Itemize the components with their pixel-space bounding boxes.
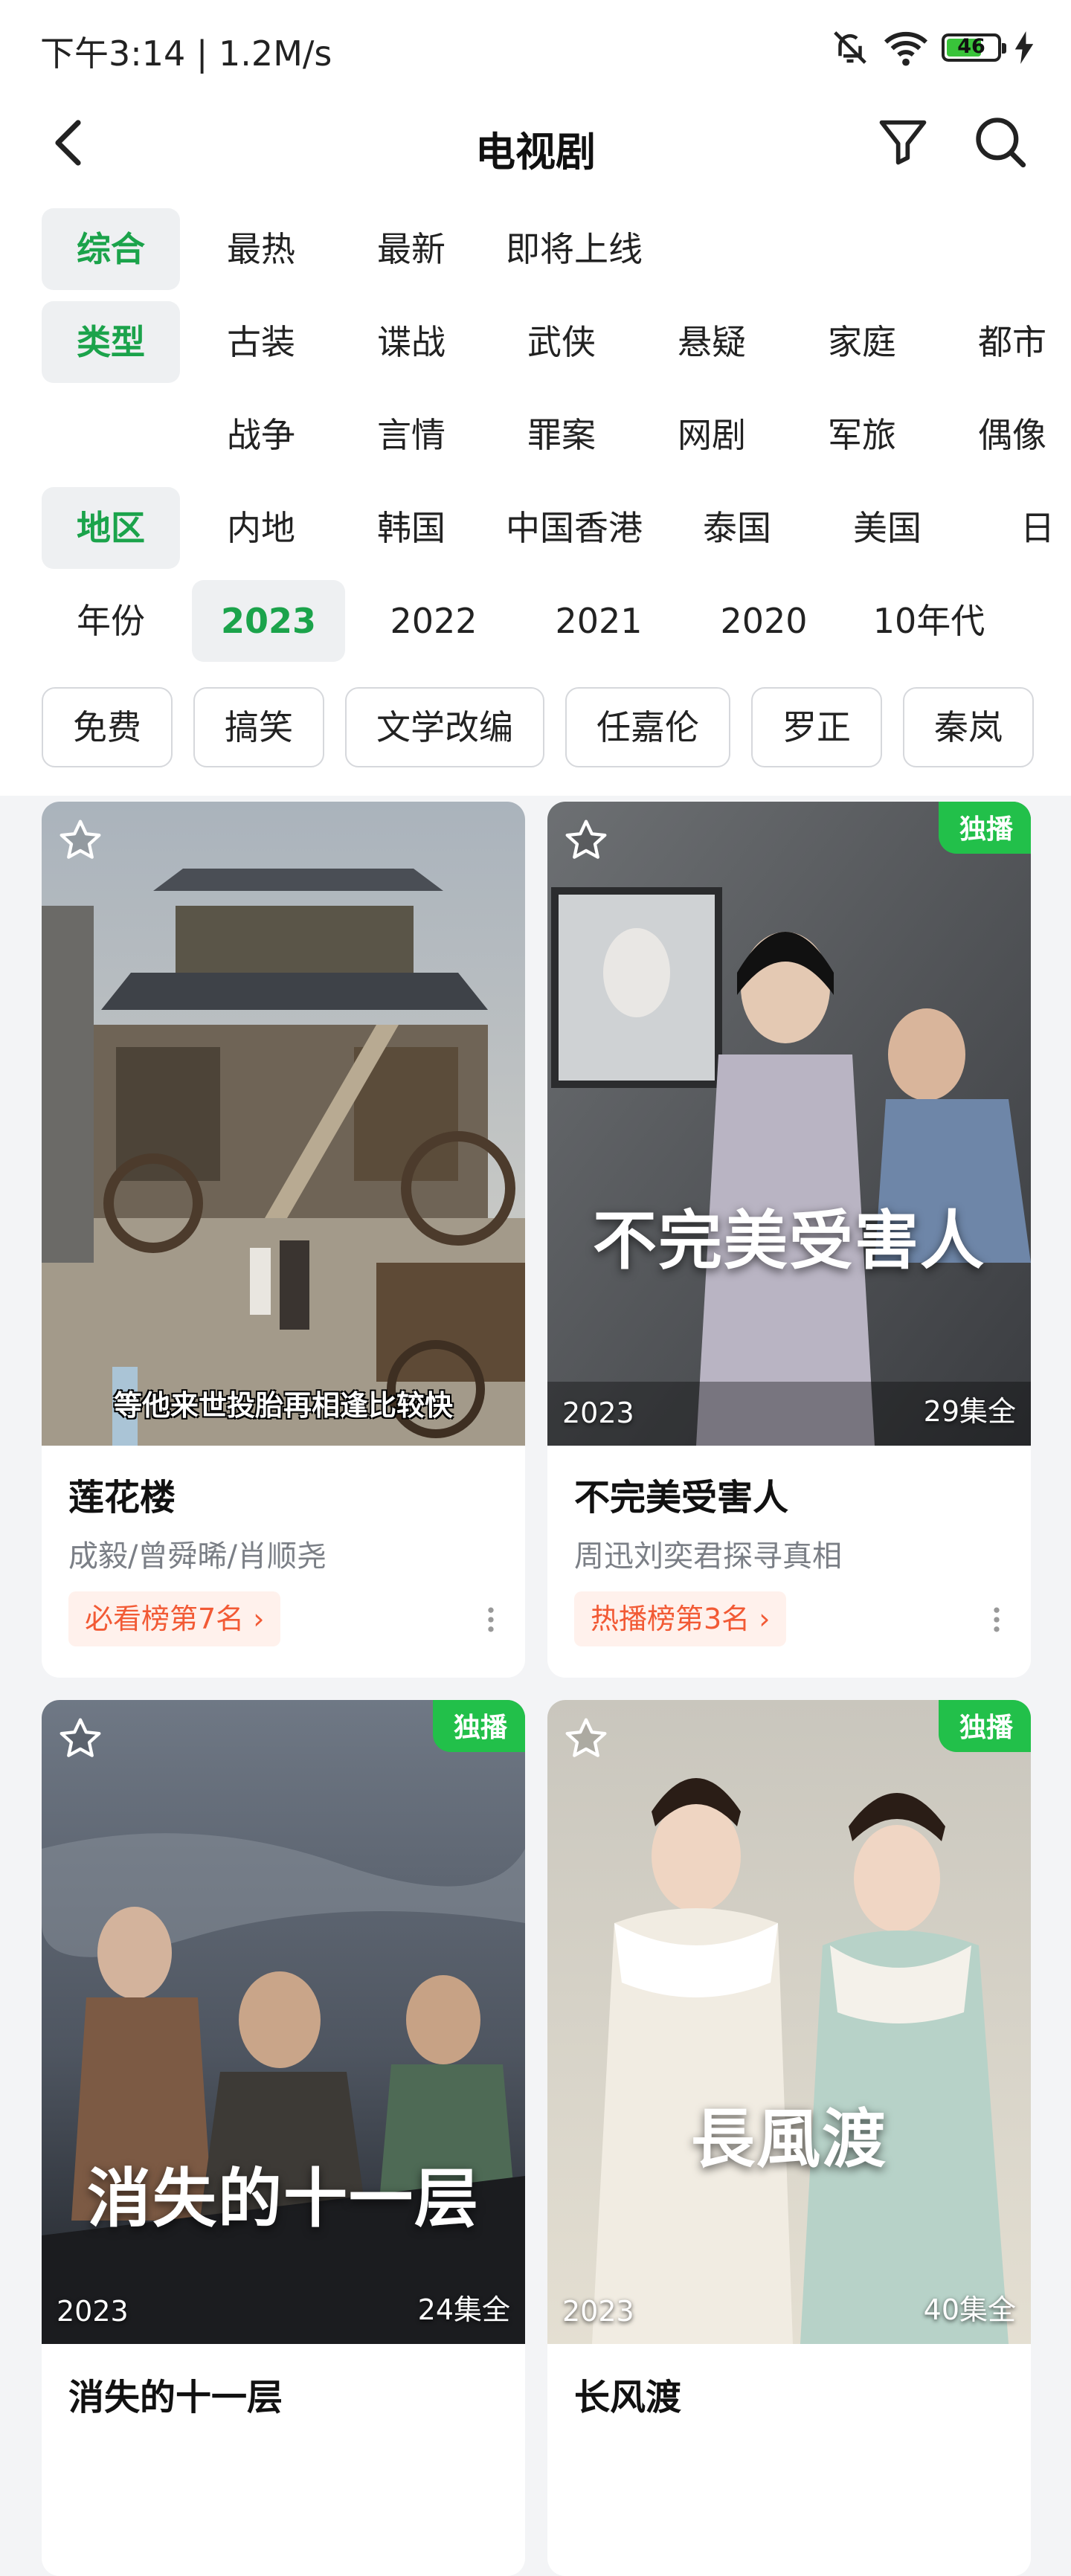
filter-genre-spy[interactable]: 谍战 [342,301,480,383]
quick-tag-row: 免费 搞笑 文学改编 任嘉伦 罗正 秦岚 [42,687,1034,769]
filter-year-2021[interactable]: 2021 [522,580,675,662]
poster-image [42,1700,525,2344]
filter-genre-label[interactable]: 类型 [42,301,180,383]
filter-year-2010s[interactable]: 10年代 [852,580,1006,662]
favorite-star-icon[interactable] [57,817,104,864]
filter-genre-war[interactable]: 战争 [192,394,330,476]
card-info: 长风渡 [547,2344,1031,2576]
poster-title-text: 長風渡 [691,2102,887,2177]
tag-ren-jialun[interactable]: 任嘉伦 [565,687,730,767]
rank-badge[interactable]: 热播榜第3名 › [574,1591,787,1646]
tag-free[interactable]: 免费 [42,687,173,767]
wifi-icon [884,31,928,66]
filter-genre-military[interactable]: 军旅 [793,394,931,476]
app-header: 电视剧 [0,89,1071,201]
more-options-icon[interactable] [982,1603,1012,1636]
mute-bell-icon [834,31,866,64]
status-icons: 46 [830,27,1034,68]
drama-card[interactable]: 不完美受害人 独播 2023 29集全 不完美受害人 周迅刘奕君探寻真相 热播榜… [547,802,1031,1678]
filter-year-2000s[interactable]: 0 [1017,580,1071,662]
card-info: 消失的十一层 [42,2344,525,2576]
tag-literary-adaptation[interactable]: 文学改编 [345,687,544,767]
drama-card[interactable]: 長風渡 独播 2023 40集全 长风渡 [547,1700,1031,2576]
drama-title: 莲花楼 [68,1477,176,1519]
filter-genre-crime[interactable]: 罪案 [492,394,631,476]
poster-year: 2023 [562,2295,634,2328]
drama-card[interactable]: 等他来世投胎再相逢比较快 莲花楼 成毅/曾舜晞/肖顺尧 必看榜第7名 › [42,802,525,1678]
filter-icon[interactable] [875,113,931,170]
more-options-icon[interactable] [476,1603,506,1636]
drama-card[interactable]: 消失的十一层 独播 2023 24集全 消失的十一层 [42,1700,525,2576]
tag-qin-lan[interactable]: 秦岚 [903,687,1034,767]
filter-region-label[interactable]: 地区 [42,487,180,569]
filter-region-japan[interactable]: 日 [968,487,1071,569]
search-icon[interactable] [971,113,1028,170]
filter-genre-wuxia[interactable]: 武侠 [492,301,631,383]
year-filter-row: 年份 2023 2022 2021 2020 10年代 0 [0,580,1071,662]
poster-episodes: 40集全 [923,2293,1016,2326]
status-bar: 下午3:14 | 1.2M/s 46 [0,0,1071,89]
drama-title: 消失的十一层 [68,2377,283,2418]
region-filter-row: 地区 内地 韩国 中国香港 泰国 美国 日 [0,487,1071,569]
tag-comedy[interactable]: 搞笑 [193,687,324,767]
filter-sort-upcoming[interactable]: 即将上线 [492,208,656,290]
filter-year-label[interactable]: 年份 [42,580,180,662]
filter-region-usa[interactable]: 美国 [818,487,956,569]
card-info: 莲花楼 成毅/曾舜晞/肖顺尧 必看榜第7名 › [42,1446,525,1678]
poster-year: 2023 [57,2295,129,2328]
poster-image [547,1700,1031,2344]
battery-icon: 46 [942,33,1006,62]
status-time: 下午3:14 | 1.2M/s [40,33,332,74]
filter-sort-comprehensive[interactable]: 综合 [42,208,180,290]
filter-genre-romance[interactable]: 言情 [342,394,480,476]
poster-episodes: 29集全 [923,1395,1016,1428]
exclusive-badge: 独播 [432,1700,525,1752]
poster-episodes: 24集全 [417,2293,510,2326]
favorite-star-icon[interactable] [562,1715,610,1762]
card-info: 不完美受害人 周迅刘奕君探寻真相 热播榜第3名 › [547,1446,1031,1678]
drama-title: 长风渡 [574,2377,682,2418]
drama-poster[interactable]: 等他来世投胎再相逢比较快 [42,802,525,1446]
sort-filter-row: 综合 最热 最新 即将上线 [0,208,668,290]
poster-image [42,802,525,1446]
filter-genre-idol[interactable]: 偶像 [943,394,1071,476]
exclusive-badge: 独播 [938,802,1031,854]
favorite-star-icon[interactable] [57,1715,104,1762]
drama-poster[interactable]: 不完美受害人 独播 2023 29集全 [547,802,1031,1446]
drama-desc: 成毅/曾舜晞/肖顺尧 [68,1539,327,1574]
filter-sort-hot[interactable]: 最热 [192,208,330,290]
genre-filter-row: 类型 古装 谍战 武侠 悬疑 家庭 都市 [0,301,1071,383]
poster-title-text: 不完美受害人 [593,1203,985,1278]
tag-luo-zheng[interactable]: 罗正 [751,687,882,767]
rank-badge[interactable]: 必看榜第7名 › [68,1591,281,1646]
filter-year-2020[interactable]: 2020 [687,580,840,662]
poster-title-text: 消失的十一层 [87,2161,480,2236]
charging-icon [1014,31,1034,64]
filter-genre-family[interactable]: 家庭 [793,301,931,383]
favorite-star-icon[interactable] [562,817,610,864]
genre-filter-row-2: 战争 言情 罪案 网剧 军旅 偶像 [0,394,1071,476]
filter-year-2023[interactable]: 2023 [192,580,345,662]
filter-genre-costume[interactable]: 古装 [192,301,330,383]
filter-year-2022[interactable]: 2022 [357,580,510,662]
poster-subtitle: 等他来世投胎再相逢比较快 [113,1389,453,1422]
filter-genre-web[interactable]: 网剧 [643,394,781,476]
poster-year: 2023 [562,1397,634,1429]
filter-region-thailand[interactable]: 泰国 [668,487,806,569]
drama-poster[interactable]: 消失的十一层 独播 2023 24集全 [42,1700,525,2344]
drama-poster[interactable]: 長風渡 独播 2023 40集全 [547,1700,1031,2344]
filter-region-korea[interactable]: 韩国 [342,487,480,569]
filter-region-mainland[interactable]: 内地 [192,487,330,569]
poster-image [547,802,1031,1446]
drama-desc: 周迅刘奕君探寻真相 [574,1539,842,1574]
filter-sort-latest[interactable]: 最新 [342,208,480,290]
filter-region-hongkong[interactable]: 中国香港 [492,487,656,569]
exclusive-badge: 独播 [938,1700,1031,1752]
drama-title: 不完美受害人 [574,1477,789,1519]
filter-genre-urban[interactable]: 都市 [943,301,1071,383]
filter-genre-mystery[interactable]: 悬疑 [643,301,781,383]
